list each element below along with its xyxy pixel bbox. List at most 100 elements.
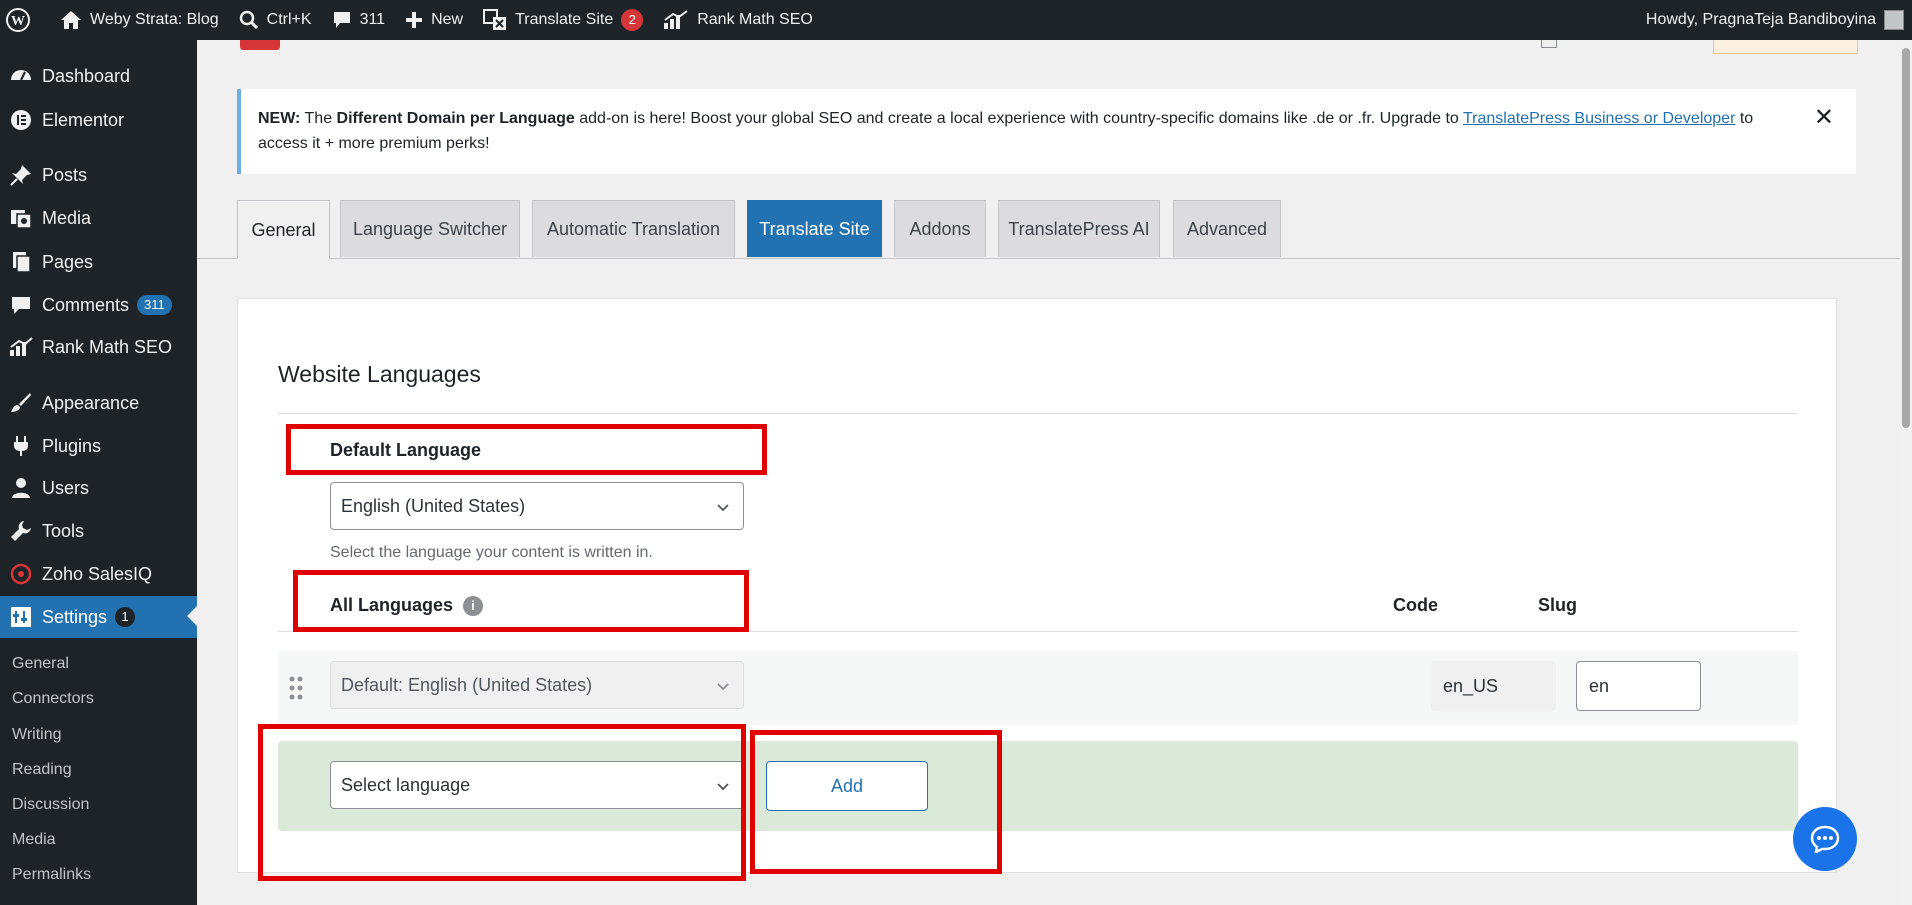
plug-icon [8,433,34,459]
sidebar-item-rank-math-seo[interactable]: Rank Math SEO [0,327,197,367]
tab-translatepress-ai[interactable]: TranslatePress AI [998,200,1160,257]
sidebar-item-plugins[interactable]: Plugins [0,426,197,466]
sidebar-item-label: Plugins [42,435,102,456]
sidebar-item-users[interactable]: Users [0,468,197,508]
my-account[interactable]: Howdy, PragnaTeja Bandiboyina [1636,0,1912,40]
sidebar-item-label: Zoho SalesIQ [42,563,153,584]
comment-icon [333,12,350,28]
admin-sidebar: Dashboard Elementor Posts Media Pages Co… [0,40,197,905]
highlight-select-language [258,724,746,881]
tab-language-switcher[interactable]: Language Switcher [340,200,520,257]
highlight-add-button [750,730,1002,874]
sidebar-item-label: Posts [42,164,88,185]
rankmath-label: Rank Math SEO [697,11,813,28]
admin-bar: W Weby Strata: Blog Ctrl+K 311 New Trans… [0,0,1912,40]
comments-link[interactable]: 311 [322,0,396,40]
sidebar-item-posts[interactable]: Posts [0,155,197,195]
submenu-item-media[interactable]: Media [12,831,56,849]
submenu-item-writing[interactable]: Writing [12,726,62,744]
language-row-default: Default: English (United States) en_US e… [278,651,1798,725]
translate-icon [483,9,507,30]
addon-notice: NEW: The Different Domain per Language a… [237,89,1856,174]
tab-translate-site[interactable]: Translate Site [747,200,882,257]
logo-fragment [240,40,280,50]
sidebar-item-label: Tools [42,520,85,541]
translate-site-link[interactable]: Translate Site 2 [473,0,653,40]
highlight-all-languages [293,570,749,632]
zoho-icon [8,561,34,587]
plus-icon [406,12,423,28]
default-language-select[interactable]: English (United States) [330,482,744,530]
dashboard-icon [8,63,34,89]
upgrade-link[interactable]: TranslatePress Business or Developer [1463,110,1735,127]
sidebar-item-elementor[interactable]: Elementor [0,100,197,140]
howdy-label: Howdy, PragnaTeja Bandiboyina [1645,11,1876,28]
sidebar-item-label: Elementor [42,109,125,130]
site-name-label: Weby Strata: Blog [90,11,219,28]
pages-icon [8,249,34,275]
search-shortcut-label: Ctrl+K [266,11,312,28]
tab-automatic-translation[interactable]: Automatic Translation [532,200,735,257]
submenu-item-discussion[interactable]: Discussion [12,796,89,814]
checkbox-fragment[interactable] [1541,40,1557,48]
brush-icon [8,390,34,416]
search-shortcut[interactable]: Ctrl+K [229,0,322,40]
notice-addon-name: Different Domain per Language [336,110,575,127]
submenu-item-general[interactable]: General [12,655,69,673]
page-scrollbar[interactable] [1900,40,1912,905]
sidebar-item-appearance[interactable]: Appearance [0,383,197,423]
media-icon [8,205,34,231]
user-icon [8,475,34,501]
drag-handle-icon[interactable] [288,675,304,701]
elementor-icon [8,107,34,133]
sidebar-item-label: Pages [42,251,94,272]
rankmath-icon [664,10,688,29]
sidebar-item-comments[interactable]: Comments 311 [0,285,197,325]
submenu-item-connectors[interactable]: Connectors [12,690,94,708]
translate-badge: 2 [621,9,644,31]
default-language-description: Select the language your content is writ… [330,544,653,561]
default-language-value: English (United States) [341,495,526,516]
notice-text: The [300,110,337,127]
language-slug-field[interactable]: en [1576,661,1701,711]
home-icon [61,11,81,29]
scrollbar-thumb[interactable] [1902,48,1910,428]
chevron-down-icon [717,683,729,691]
close-icon[interactable]: ✕ [1814,105,1834,130]
main-content: NEW: The Different Domain per Language a… [197,40,1912,905]
submenu-item-permalinks[interactable]: Permalinks [12,866,91,884]
notice-new-label: NEW: [258,110,301,127]
rankmath-link[interactable]: Rank Math SEO [653,0,823,40]
settings-tabs: General Language Switcher Automatic Tran… [197,200,1912,259]
tab-general[interactable]: General [237,200,330,259]
submenu-item-reading[interactable]: Reading [12,761,72,779]
comments-count: 311 [359,11,386,28]
sidebar-item-settings[interactable]: Settings 1 [0,596,197,638]
chat-widget-button[interactable] [1793,807,1857,871]
wrench-icon [8,518,34,544]
tab-addons[interactable]: Addons [894,200,986,257]
slug-column-header: Slug [1538,595,1577,615]
sidebar-item-media[interactable]: Media [0,198,197,238]
section-title: Website Languages [278,361,481,387]
default-language-row-value: Default: English (United States) [341,674,593,695]
sidebar-item-label: Comments [42,294,130,315]
comments-badge: 311 [137,295,172,315]
sidebar-item-label: Settings [42,606,108,627]
sidebar-item-zoho-salesiq[interactable]: Zoho SalesIQ [0,554,197,594]
new-content-link[interactable]: New [395,0,473,40]
wordpress-logo-icon[interactable]: W [0,0,50,40]
site-name-link[interactable]: Weby Strata: Blog [50,0,229,40]
tab-advanced[interactable]: Advanced [1173,200,1281,257]
svg-text:W: W [11,14,25,29]
notice-text: add-on is here! Boost your global SEO an… [574,110,1463,127]
sidebar-item-pages[interactable]: Pages [0,242,197,282]
sidebar-item-dashboard[interactable]: Dashboard [0,56,197,96]
upgrade-button-fragment[interactable] [1713,40,1858,54]
avatar [1884,10,1904,30]
language-code-field: en_US [1431,661,1556,711]
sidebar-item-tools[interactable]: Tools [0,511,197,551]
comment-icon [8,292,34,318]
new-label: New [431,11,464,28]
code-column-header: Code [1393,595,1438,615]
